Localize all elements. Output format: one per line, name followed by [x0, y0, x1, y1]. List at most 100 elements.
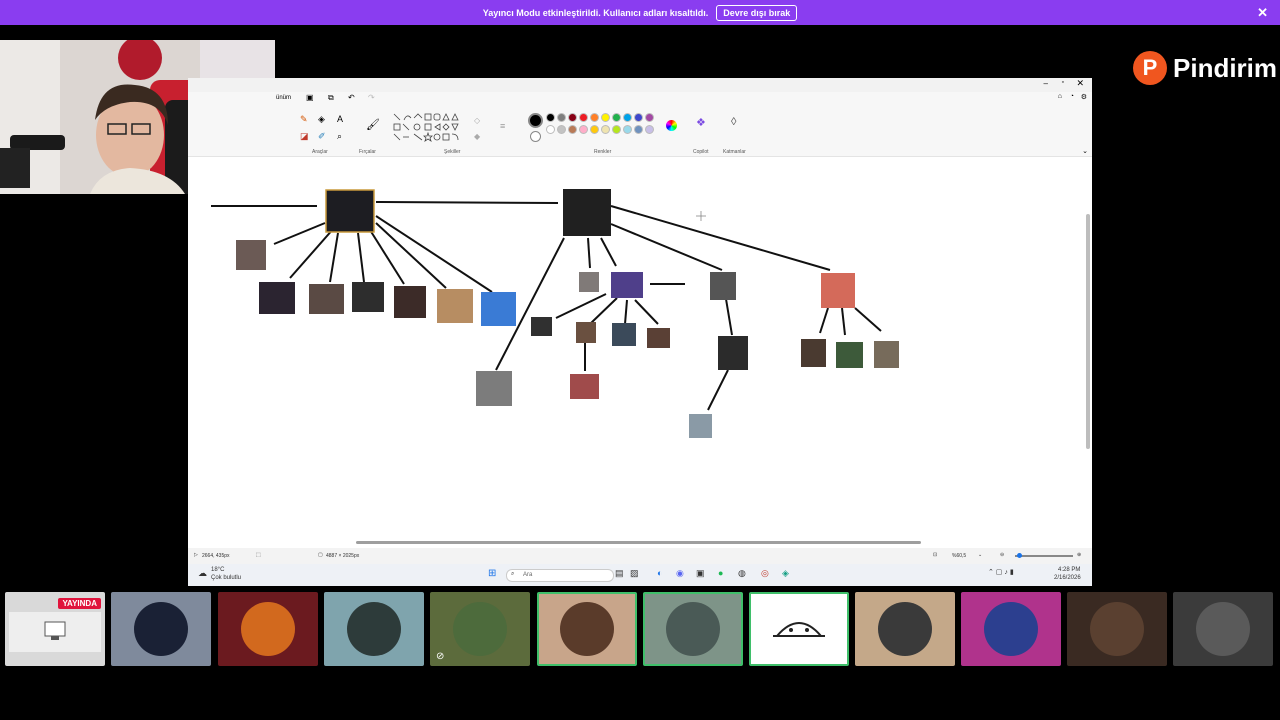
app-icon[interactable]: ◎ [761, 568, 769, 579]
ribbon-label-brushes: Fırçalar [359, 149, 376, 155]
avatar [773, 622, 825, 637]
participant-tile[interactable] [111, 592, 211, 666]
fill-icon[interactable]: ◈ [318, 114, 325, 125]
collapse-ribbon-icon[interactable]: ⌄ [1082, 147, 1088, 155]
share-icon[interactable]: ⧉ [328, 93, 334, 103]
vertical-scrollbar[interactable] [1086, 214, 1090, 449]
selection-icon: ⬚ [256, 552, 261, 558]
zoom-slider[interactable] [1015, 555, 1073, 557]
palette-swatch[interactable] [568, 113, 577, 122]
palette-swatch[interactable] [557, 113, 566, 122]
palette-swatch[interactable] [645, 125, 654, 134]
palette-swatch[interactable] [634, 125, 643, 134]
primary-color-swatch[interactable] [528, 113, 543, 128]
avatar [347, 602, 401, 656]
magnifier-icon[interactable]: ⌕ [337, 131, 342, 142]
eraser-icon[interactable]: ◪ [300, 131, 309, 142]
participant-tile[interactable]: ⊘ [430, 592, 530, 666]
palette-swatch[interactable] [601, 113, 610, 122]
paint-status-bar: ▷ 2664, 435px ⬚ ▢ 4887 × 2025px ⊡ %60,5 … [188, 548, 1092, 564]
shape-fill-icon[interactable]: ◆ [474, 132, 480, 141]
redo-icon[interactable]: ↷ [368, 93, 375, 102]
participant-tile[interactable] [1173, 592, 1273, 666]
search-icon: ⌕ [511, 571, 515, 577]
palette-swatch[interactable] [579, 125, 588, 134]
palette-swatch[interactable] [623, 125, 632, 134]
palette-swatch[interactable] [546, 125, 555, 134]
ribbon-label-copilot: Copilot [693, 149, 709, 155]
system-tray-icon[interactable]: ⌃ ▢ ♪ ▮ [988, 568, 1014, 576]
brand-logo: P Pindirim [1133, 51, 1277, 85]
settings-gear-icon[interactable]: ⚙ [1081, 93, 1087, 101]
participant-tile-speaking[interactable] [643, 592, 743, 666]
banner-message: Yayıncı Modu etkinleştirildi. Kullanıcı … [482, 7, 709, 18]
start-icon[interactable]: ⊞ [488, 568, 496, 579]
clock-date: 2/16/2026 [1054, 575, 1081, 581]
muted-mic-icon: ⊘ [436, 651, 445, 662]
ribbon-label-tools: Araçlar [312, 149, 328, 155]
steam-icon[interactable]: ◍ [738, 568, 746, 579]
participant-tile[interactable] [855, 592, 955, 666]
participant-tile[interactable] [324, 592, 424, 666]
participant-tile[interactable] [1067, 592, 1167, 666]
palette-swatch[interactable] [634, 113, 643, 122]
participant-tile-screenshare[interactable]: YAYINDA [5, 592, 105, 666]
palette-swatch[interactable] [546, 113, 555, 122]
zoom-slider-thumb[interactable] [1017, 553, 1022, 558]
palette-swatch[interactable] [612, 125, 621, 134]
palette-swatch[interactable] [579, 113, 588, 122]
save-icon[interactable]: ▣ [306, 93, 314, 102]
participant-tile-speaking[interactable] [537, 592, 637, 666]
palette-swatch[interactable] [557, 125, 566, 134]
photos-icon[interactable]: ▨ [630, 568, 639, 579]
paint-canvas[interactable] [188, 158, 1084, 543]
palette-swatch[interactable] [612, 113, 621, 122]
palette-swatch[interactable] [568, 125, 577, 134]
edge-icon[interactable]: ◐ [657, 568, 662, 578]
live-badge: YAYINDA [58, 598, 101, 609]
secondary-color-swatch[interactable] [530, 131, 541, 142]
paint-ribbon: ünüm ▣ ⧉ ↶ ↷ ✎ ◈ A ◪ ✐ ⌕ 🖌 ◇ ◆ ≡ ❖ ◊ ⌂ ◔… [188, 92, 1092, 157]
zoom-dropdown-icon[interactable]: ⌄ [978, 552, 982, 558]
copilot-icon[interactable]: ❖ [696, 116, 706, 129]
weather-icon[interactable]: ☁ [198, 568, 207, 579]
shapes-gallery[interactable] [392, 112, 464, 146]
menu-label[interactable]: ünüm [276, 95, 291, 101]
brush-icon[interactable]: 🖌 [366, 118, 380, 131]
edit-colors-icon[interactable] [666, 120, 677, 131]
undo-icon[interactable]: ↶ [348, 93, 355, 102]
size-icon[interactable]: ≡ [500, 121, 505, 131]
fit-icon[interactable]: ⊡ [933, 552, 937, 558]
participant-tile[interactable] [961, 592, 1061, 666]
notifications-icon[interactable]: ◔ [1070, 93, 1074, 100]
palette-swatch[interactable] [601, 125, 610, 134]
file-explorer-icon[interactable]: ▤ [615, 568, 624, 579]
spotify-icon[interactable]: ● [718, 568, 723, 578]
color-picker-icon[interactable]: ✐ [318, 131, 326, 142]
close-icon[interactable]: ✕ [1257, 5, 1268, 21]
maximize-icon[interactable]: ▫ [1062, 79, 1064, 86]
layers-icon[interactable]: ◊ [731, 116, 736, 128]
shape-outline-icon[interactable]: ◇ [474, 116, 480, 125]
palette-swatch[interactable] [623, 113, 632, 122]
palette-swatch[interactable] [590, 125, 599, 134]
window-close-icon[interactable]: ✕ [1076, 78, 1084, 89]
paint-app-icon[interactable]: ◈ [782, 568, 789, 579]
horizontal-scrollbar[interactable] [356, 541, 921, 544]
taskbar-search[interactable]: ⌕ Ara [506, 569, 614, 582]
minimize-icon[interactable]: ‒ [1044, 79, 1048, 88]
zoom-out-icon[interactable]: ⊖ [1000, 552, 1004, 558]
palette-swatch[interactable] [590, 113, 599, 122]
discord-icon[interactable]: ◉ [676, 568, 684, 579]
feedback-icon[interactable]: ⌂ [1058, 93, 1062, 100]
terminal-icon[interactable]: ▣ [696, 568, 705, 579]
pencil-icon[interactable]: ✎ [300, 114, 308, 125]
disable-streamer-mode-button[interactable]: Devre dışı bırak [716, 4, 798, 21]
palette-swatch[interactable] [645, 113, 654, 122]
zoom-in-icon[interactable]: ⊕ [1077, 552, 1081, 558]
brand-logo-icon: P [1133, 51, 1167, 85]
text-icon[interactable]: A [337, 114, 343, 124]
zoom-level[interactable]: %60,5 [952, 553, 966, 559]
participant-tile-speaking[interactable] [749, 592, 849, 666]
participant-tile[interactable] [218, 592, 318, 666]
